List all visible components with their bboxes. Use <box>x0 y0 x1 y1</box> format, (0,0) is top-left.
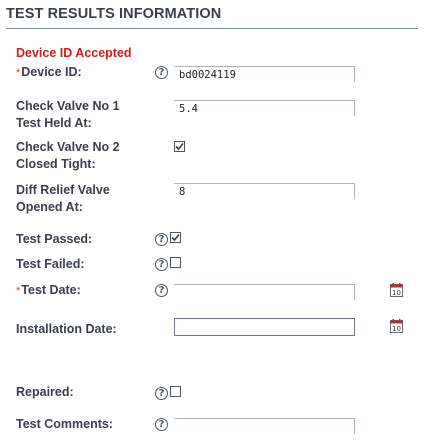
check-valve-2-label: Check Valve No 2 Closed Tight: <box>16 139 120 173</box>
help-icon[interactable]: ? <box>155 387 168 400</box>
check-valve-2-label-line2: Closed Tight: <box>16 157 96 171</box>
installation-date-input[interactable] <box>174 318 355 336</box>
test-date-label-text: Test Date: <box>21 283 81 297</box>
check-valve-2-label-line1: Check Valve No 2 <box>16 140 120 154</box>
test-failed-label: Test Failed: <box>16 257 85 271</box>
help-icon[interactable]: ? <box>155 66 168 79</box>
calendar-icon[interactable]: 10 <box>390 283 403 297</box>
diff-relief-label-line2: Opened At: <box>16 200 83 214</box>
section-title: TEST RESULTS INFORMATION <box>6 6 222 22</box>
device-id-input[interactable] <box>174 66 355 82</box>
test-comments-label: Test Comments: <box>16 417 114 431</box>
check-valve-1-label-line2: Test Held At: <box>16 116 92 130</box>
svg-text:10: 10 <box>392 289 401 297</box>
repaired-label: Repaired: <box>16 385 74 399</box>
test-date-input[interactable] <box>174 284 355 300</box>
help-icon[interactable]: ? <box>155 233 168 246</box>
test-comments-input[interactable] <box>174 418 355 434</box>
help-icon[interactable]: ? <box>155 284 168 297</box>
svg-text:10: 10 <box>392 325 401 333</box>
test-passed-label: Test Passed: <box>16 232 93 246</box>
test-passed-checkbox[interactable] <box>170 232 181 243</box>
test-date-label: *Test Date: <box>16 282 81 300</box>
checkmark-icon <box>175 142 184 151</box>
test-failed-checkbox[interactable] <box>170 257 181 268</box>
required-marker: * <box>16 67 21 79</box>
check-valve-1-label: Check Valve No 1 Test Held At: <box>16 98 120 132</box>
check-valve-2-checkbox[interactable] <box>174 141 185 152</box>
device-id-label: *Device ID: <box>16 64 82 82</box>
repaired-checkbox[interactable] <box>170 386 181 397</box>
installation-date-label: Installation Date: <box>16 322 117 336</box>
diff-relief-label-line1: Diff Relief Valve <box>16 183 110 197</box>
device-accepted-message: Device ID Accepted <box>16 46 132 60</box>
help-icon[interactable]: ? <box>155 418 168 431</box>
checkmark-icon <box>171 233 180 242</box>
check-valve-1-label-line1: Check Valve No 1 <box>16 99 120 113</box>
help-icon[interactable]: ? <box>155 258 168 271</box>
device-id-label-text: Device ID: <box>21 65 82 79</box>
check-valve-1-input[interactable] <box>174 100 355 116</box>
diff-relief-input[interactable] <box>174 183 355 199</box>
diff-relief-label: Diff Relief Valve Opened At: <box>16 182 110 216</box>
required-marker: * <box>16 285 21 297</box>
calendar-icon[interactable]: 10 <box>390 319 403 333</box>
section-divider <box>6 28 418 29</box>
